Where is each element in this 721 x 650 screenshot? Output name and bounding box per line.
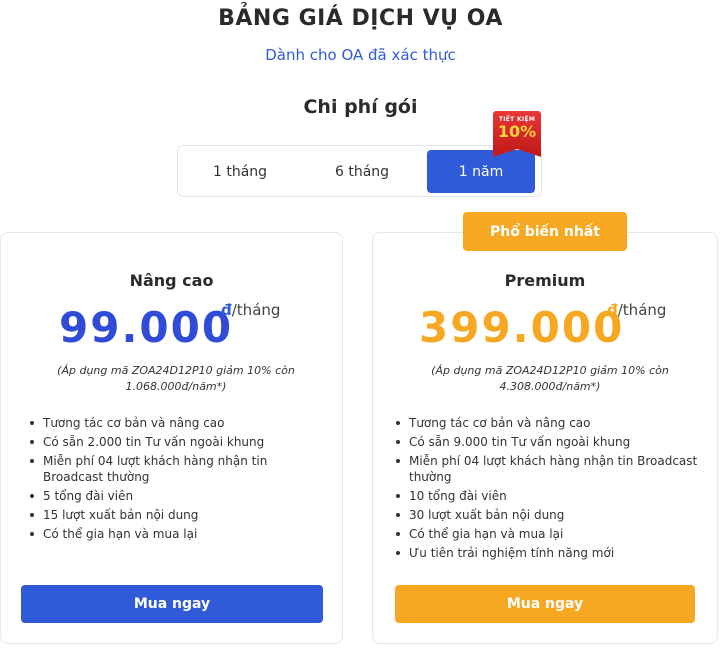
feature-text: Miễn phí 04 lượt khách hàng nhận tin Bro…: [409, 454, 698, 484]
bullet-icon: [396, 551, 400, 555]
feature-text: Tương tác cơ bản và nâng cao: [43, 416, 225, 430]
plan-card-premium: Premium 399.000 đ/tháng (Áp dụng mã ZOA2…: [372, 232, 718, 644]
bullet-icon: [396, 532, 400, 536]
bullet-icon: [396, 440, 400, 444]
feature-item: Có sẵn 2.000 tin Tư vấn ngoài khung: [27, 434, 327, 450]
currency-symbol: đ: [221, 301, 232, 319]
plan-feature-list: Tương tác cơ bản và nâng cao Có sẵn 9.00…: [393, 415, 703, 564]
bullet-icon: [30, 421, 34, 425]
feature-item: Ưu tiên trải nghiệm tính năng mới: [393, 545, 703, 561]
feature-item: Có thể gia hạn và mua lại: [27, 526, 327, 542]
tab-1-month[interactable]: 1 tháng: [186, 150, 294, 193]
savings-ribbon-percent: 10%: [497, 122, 537, 141]
plan-card-nang-cao: Nâng cao 99.000 đ/tháng (Áp dụng mã ZOA2…: [0, 232, 343, 644]
plan-price: 399.000: [419, 303, 625, 352]
feature-item: 30 lượt xuất bản nội dung: [393, 507, 703, 523]
feature-item: 5 tổng đài viên: [27, 488, 327, 504]
feature-text: Có sẵn 2.000 tin Tư vấn ngoài khung: [43, 435, 265, 449]
bullet-icon: [396, 494, 400, 498]
section-title: Chi phí gói: [303, 96, 418, 118]
bullet-icon: [396, 459, 400, 463]
feature-item: 10 tổng đài viên: [393, 488, 703, 504]
currency-symbol: đ: [607, 301, 618, 319]
price-period: /tháng: [231, 301, 281, 319]
plan-name: Nâng cao: [129, 271, 214, 290]
plan-discount-note: (Áp dụng mã ZOA24D12P10 giảm 10% còn 4.3…: [431, 364, 669, 393]
bullet-icon: [30, 494, 34, 498]
feature-text: 15 lượt xuất bản nội dung: [43, 508, 199, 522]
price-period: /tháng: [617, 301, 667, 319]
bullet-icon: [30, 532, 34, 536]
savings-ribbon: TIẾT KIỆM 10%: [493, 111, 541, 157]
bullet-icon: [396, 421, 400, 425]
feature-item: Có thể gia hạn và mua lại: [393, 526, 703, 542]
feature-item: Có sẵn 9.000 tin Tư vấn ngoài khung: [393, 434, 703, 450]
feature-item: Tương tác cơ bản và nâng cao: [27, 415, 327, 431]
feature-item: 15 lượt xuất bản nội dung: [27, 507, 327, 523]
plan-price-unit: đ/tháng: [221, 301, 280, 319]
feature-text: Miễn phí 04 lượt khách hàng nhận tin Bro…: [43, 454, 268, 484]
plan-feature-list: Tương tác cơ bản và nâng cao Có sẵn 2.00…: [27, 415, 327, 545]
plan-price: 99.000: [59, 303, 234, 352]
page-title: BẢNG GIÁ DỊCH VỤ OA: [218, 6, 503, 31]
tab-6-months[interactable]: 6 tháng: [308, 150, 416, 193]
savings-ribbon-tail: [493, 149, 541, 157]
feature-text: 10 tổng đài viên: [409, 489, 507, 503]
plan-price-unit: đ/tháng: [607, 301, 666, 319]
savings-ribbon-body: TIẾT KIỆM 10%: [493, 111, 541, 149]
feature-text: 30 lượt xuất bản nội dung: [409, 508, 565, 522]
feature-text: Tương tác cơ bản và nâng cao: [409, 416, 591, 430]
page-subtitle: Dành cho OA đã xác thực: [265, 46, 456, 64]
feature-text: Có thể gia hạn và mua lại: [409, 527, 564, 541]
bullet-icon: [30, 459, 34, 463]
popular-badge: Phổ biến nhất: [463, 212, 627, 251]
billing-period-tabs: 1 tháng 6 tháng 1 năm: [177, 145, 542, 197]
bullet-icon: [30, 440, 34, 444]
plan-name: Premium: [504, 271, 586, 290]
buy-now-button-premium[interactable]: Mua ngay: [395, 585, 695, 623]
plan-discount-note: (Áp dụng mã ZOA24D12P10 giảm 10% còn 1.0…: [57, 364, 295, 393]
feature-text: Có thể gia hạn và mua lại: [43, 527, 198, 541]
feature-text: 5 tổng đài viên: [43, 489, 134, 503]
feature-text: Ưu tiên trải nghiệm tính năng mới: [409, 546, 615, 560]
feature-item: Miễn phí 04 lượt khách hàng nhận tin Bro…: [27, 453, 327, 485]
buy-now-button-nang-cao[interactable]: Mua ngay: [21, 585, 323, 623]
feature-item: Miễn phí 04 lượt khách hàng nhận tin Bro…: [393, 453, 703, 485]
bullet-icon: [396, 513, 400, 517]
feature-text: Có sẵn 9.000 tin Tư vấn ngoài khung: [409, 435, 631, 449]
bullet-icon: [30, 513, 34, 517]
feature-item: Tương tác cơ bản và nâng cao: [393, 415, 703, 431]
